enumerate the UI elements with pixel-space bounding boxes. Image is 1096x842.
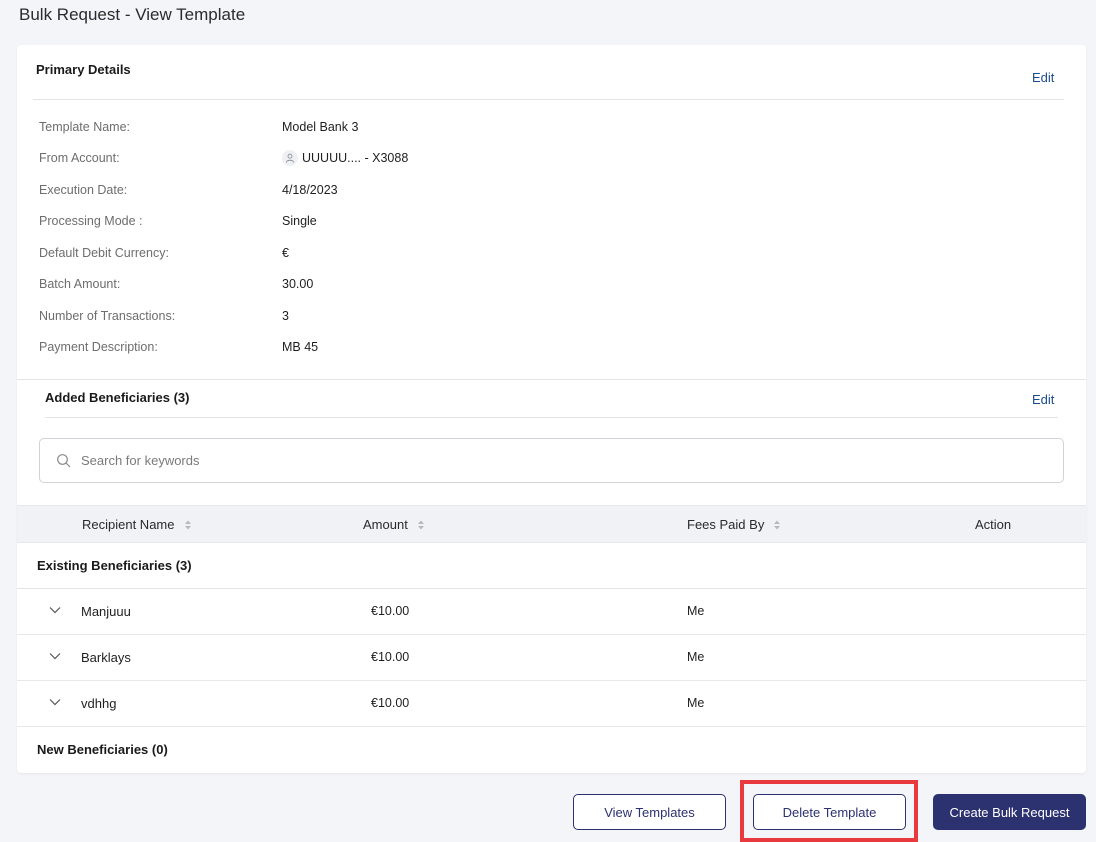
fees-paid-by-cell: Me	[687, 650, 705, 664]
highlight-box	[740, 780, 918, 842]
fees-paid-by-cell: Me	[687, 604, 705, 618]
payment-description-value: MB 45	[282, 340, 318, 354]
sort-icon	[417, 520, 424, 529]
template-name-text: Model Bank 3	[282, 120, 359, 134]
table-header: Recipient Name Amount Fees Paid By Actio…	[17, 505, 1086, 543]
amount-cell: €10.00	[371, 604, 410, 618]
action-header-label: Action	[975, 517, 1012, 532]
beneficiaries-edit-link[interactable]: Edit	[1032, 392, 1054, 407]
user-icon	[282, 150, 298, 166]
number-of-transactions-label: Number of Transactions:	[39, 309, 176, 323]
fees-paid-by-cell: Me	[687, 696, 705, 710]
view-templates-button[interactable]: View Templates	[573, 794, 726, 830]
execution-date-text: 4/18/2023	[282, 183, 338, 197]
chevron-down-icon[interactable]	[49, 698, 61, 706]
payment-description-text: MB 45	[282, 340, 319, 354]
amount-cell: €10.00	[371, 650, 410, 664]
search-input[interactable]	[81, 453, 981, 468]
table-row: Manjuuu €10.00 Me	[17, 589, 1086, 635]
table-row: vdhhg €10.00 Me	[17, 681, 1086, 727]
number-of-transactions-text: 3	[282, 309, 289, 323]
execution-date-value: 4/18/2023	[282, 183, 338, 197]
processing-mode-text: Single	[282, 214, 317, 228]
processing-mode-label: Processing Mode :	[39, 214, 143, 228]
default-debit-currency-value: €	[282, 246, 289, 260]
sort-icon	[774, 520, 781, 529]
sort-icon	[184, 520, 191, 529]
from-account-value: UUUUU.... - X3088	[282, 150, 408, 166]
recipient-name-header-label: Recipient Name	[82, 517, 175, 532]
fees-paid-by-header-label: Fees Paid By	[687, 517, 765, 532]
execution-date-label: Execution Date:	[39, 183, 128, 197]
create-bulk-request-button[interactable]: Create Bulk Request	[933, 794, 1086, 830]
chevron-down-icon[interactable]	[49, 652, 61, 660]
section-divider	[17, 379, 1086, 380]
template-name-value: Model Bank 3	[282, 120, 358, 134]
amount-header-label: Amount	[363, 517, 408, 532]
added-beneficiaries-title: Added Beneficiaries (3)	[45, 390, 190, 405]
chevron-down-icon[interactable]	[49, 606, 61, 614]
recipient-name-cell: Barklays	[81, 650, 131, 665]
payment-description-label: Payment Description:	[39, 340, 158, 354]
beneficiaries-divider	[45, 417, 1058, 418]
page-title: Bulk Request - View Template	[19, 5, 246, 24]
batch-amount-text: 30.00	[282, 277, 314, 291]
from-account-label: From Account:	[39, 151, 120, 165]
default-debit-currency-text: €	[282, 246, 289, 260]
batch-amount-label: Batch Amount:	[39, 277, 121, 291]
recipient-name-cell: vdhhg	[81, 696, 117, 711]
from-account-text: UUUUU.... - X3088	[302, 151, 409, 165]
column-header-fees-paid-by[interactable]: Fees Paid By	[687, 517, 781, 532]
column-header-amount[interactable]: Amount	[363, 517, 425, 532]
primary-details-divider	[33, 99, 1064, 100]
column-header-recipient-name[interactable]: Recipient Name	[82, 517, 192, 532]
search-box	[39, 438, 1064, 483]
primary-details-title: Primary Details	[36, 62, 131, 77]
new-beneficiaries-title: New Beneficiaries (0)	[37, 742, 168, 757]
processing-mode-value: Single	[282, 214, 317, 228]
primary-details-edit-link[interactable]: Edit	[1032, 70, 1054, 85]
amount-cell: €10.00	[371, 696, 410, 710]
batch-amount-value: 30.00	[282, 277, 313, 291]
column-header-action: Action	[975, 517, 1011, 532]
search-icon	[57, 453, 71, 467]
template-name-label: Template Name:	[39, 120, 131, 134]
number-of-transactions-value: 3	[282, 309, 289, 323]
template-card: Primary Details Edit Template Name: Mode…	[17, 45, 1086, 773]
existing-beneficiaries-title: Existing Beneficiaries (3)	[37, 558, 192, 573]
recipient-name-cell: Manjuuu	[81, 604, 131, 619]
table-row: Barklays €10.00 Me	[17, 635, 1086, 681]
default-debit-currency-label: Default Debit Currency:	[39, 246, 169, 260]
